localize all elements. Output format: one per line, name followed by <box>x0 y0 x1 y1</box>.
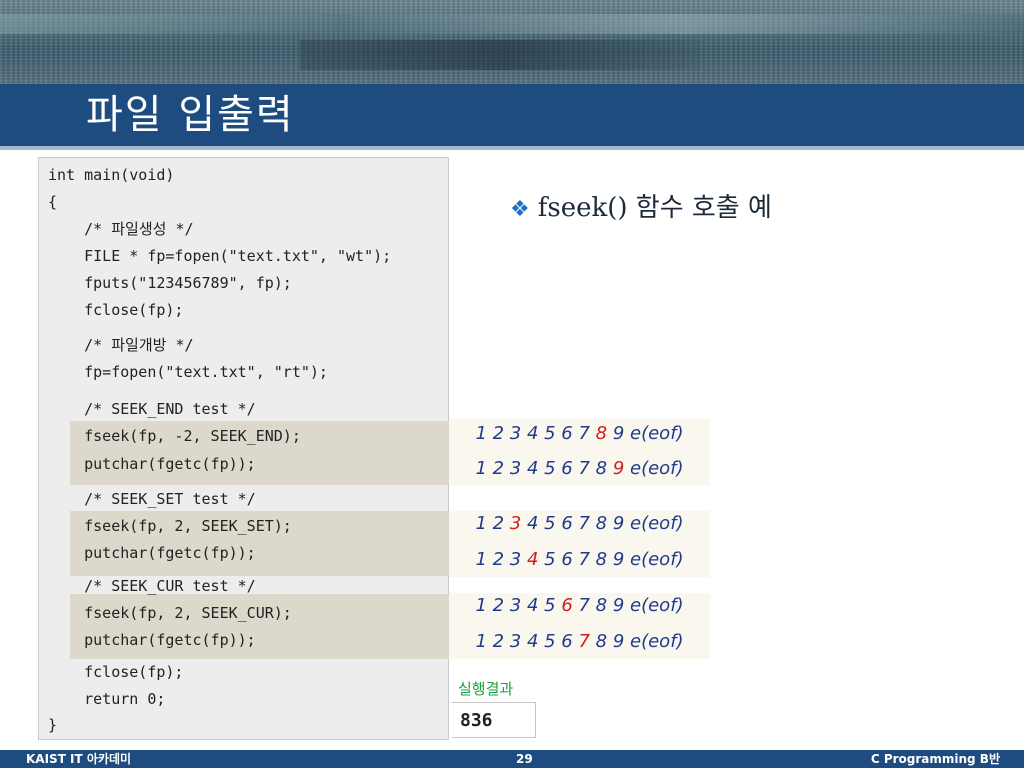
result-line: 1 2 3 4 5 6 7 8 9 e(eof) <box>475 513 684 534</box>
code-line: { <box>48 193 58 211</box>
page-number: 29 <box>516 752 533 766</box>
code-line: /* SEEK_SET test */ <box>48 490 256 508</box>
footer-bar: KAIST IT 아카데미 29 C Programming B반 <box>0 750 1024 768</box>
bullet-text: fseek() 함수 호출 예 <box>537 193 772 223</box>
banner-texture <box>0 14 1024 34</box>
diamond-bullet-icon: ❖ <box>510 197 530 222</box>
result-line: 1 2 3 4 5 6 7 8 9 e(eof) <box>475 423 684 444</box>
execution-result-label: 실행결과 <box>458 680 514 698</box>
code-line: fclose(fp); <box>48 301 184 319</box>
code-line: fclose(fp); <box>48 663 184 681</box>
result-line: 1 2 3 4 5 6 7 8 9 e(eof) <box>475 631 684 652</box>
code-line: } <box>48 716 58 734</box>
result-line: 1 2 3 4 5 6 7 8 9 e(eof) <box>475 595 684 616</box>
code-line: fseek(fp, 2, SEEK_SET); <box>48 517 292 535</box>
code-line: int main(void) <box>48 166 175 184</box>
bullet-heading: ❖ fseek() 함수 호출 예 <box>510 188 772 228</box>
footer-right-text: C Programming B반 <box>870 752 1000 766</box>
code-line: /* 파일생성 */ <box>48 220 194 238</box>
code-line: /* SEEK_CUR test */ <box>48 577 256 595</box>
code-line: /* 파일개방 */ <box>48 336 194 354</box>
code-line: return 0; <box>48 690 166 708</box>
banner-shadow <box>300 40 700 70</box>
code-line: fseek(fp, -2, SEEK_END); <box>48 427 301 445</box>
code-line: fp=fopen("text.txt", "rt"); <box>48 363 328 381</box>
code-line: putchar(fgetc(fp)); <box>48 544 256 562</box>
code-line: FILE * fp=fopen("text.txt", "wt"); <box>48 247 392 265</box>
code-line: /* SEEK_END test */ <box>48 400 256 418</box>
code-line: fputs("123456789", fp); <box>48 274 292 292</box>
code-line: putchar(fgetc(fp)); <box>48 631 256 649</box>
footer-left-text: KAIST IT 아카데미 <box>26 752 132 766</box>
result-line: 1 2 3 4 5 6 7 8 9 e(eof) <box>475 458 684 479</box>
code-line: fseek(fp, 2, SEEK_CUR); <box>48 604 292 622</box>
result-line: 1 2 3 4 5 6 7 8 9 e(eof) <box>475 549 684 570</box>
header-banner-image <box>0 0 1024 84</box>
console-output: 836 <box>452 702 536 738</box>
code-line: putchar(fgetc(fp)); <box>48 455 256 473</box>
page-title: 파일 입출력 <box>86 92 295 138</box>
